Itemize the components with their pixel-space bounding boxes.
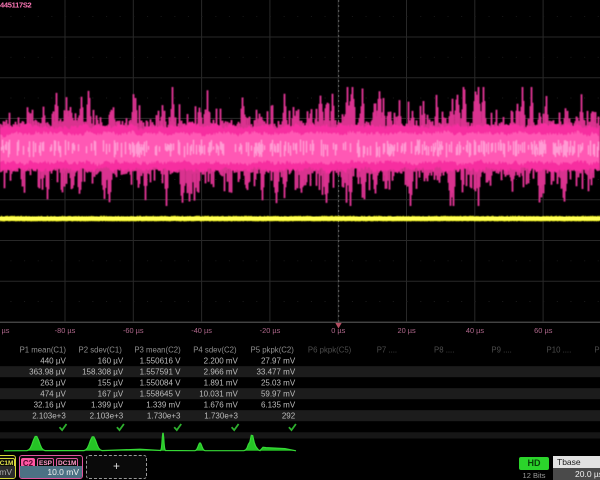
svg-text:1.557591 V: 1.557591 V [140,368,182,377]
svg-text:33.477 mV: 33.477 mV [256,368,295,377]
svg-text:25.03 mV: 25.03 mV [261,379,296,388]
svg-text:P5 pkpk(C2): P5 pkpk(C2) [251,346,295,355]
svg-text:-80 µs: -80 µs [55,326,76,335]
svg-text:445117S2: 445117S2 [0,1,32,10]
svg-text:158.308 µV: 158.308 µV [82,368,124,377]
svg-text:P10 ....: P10 .... [547,346,572,355]
svg-text:160 µV: 160 µV [98,357,124,366]
svg-text:P8 ....: P8 .... [434,346,454,355]
svg-text:P3 mean(C2): P3 mean(C2) [134,346,181,355]
svg-text:27.97 mV: 27.97 mV [261,357,296,366]
svg-text:363.98 µV: 363.98 µV [29,368,66,377]
svg-text:P1 mean(C1): P1 mean(C1) [20,346,67,355]
svg-text:263 µV: 263 µV [40,379,66,388]
svg-text:P: P [594,346,599,355]
svg-text:2.103e+3: 2.103e+3 [90,412,124,421]
svg-text:155 µV: 155 µV [98,379,124,388]
svg-text:59.97 mV: 59.97 mV [261,390,296,399]
svg-text:292: 292 [282,412,296,421]
svg-text:1.676 mV: 1.676 mV [204,401,239,410]
svg-text:1.339 mV: 1.339 mV [146,401,181,410]
svg-text:-40 µs: -40 µs [191,326,212,335]
svg-text:20 µs: 20 µs [397,326,416,335]
svg-text:10.031 mV: 10.031 mV [199,390,238,399]
svg-text:1.399 µV: 1.399 µV [91,401,124,410]
svg-text:1.558645 V: 1.558645 V [140,390,182,399]
svg-text:2.200 mV: 2.200 mV [204,357,239,366]
svg-text:P7 ....: P7 .... [377,346,397,355]
svg-text:440 µV: 440 µV [40,357,66,366]
svg-text:1.891 mV: 1.891 mV [204,379,239,388]
svg-text:2.103e+3: 2.103e+3 [32,412,66,421]
svg-text:P4 sdev(C2): P4 sdev(C2) [193,346,237,355]
svg-text:32.16 µV: 32.16 µV [34,401,67,410]
svg-text:-60 µs: -60 µs [123,326,144,335]
svg-text:1.550084 V: 1.550084 V [140,379,182,388]
svg-text:1.550616 V: 1.550616 V [140,357,182,366]
svg-text:60 µs: 60 µs [534,326,553,335]
svg-text:-100 µs: -100 µs [0,326,10,335]
svg-text:167 µV: 167 µV [98,390,124,399]
svg-text:474 µV: 474 µV [40,390,66,399]
svg-text:40 µs: 40 µs [466,326,485,335]
svg-text:1.730e+3: 1.730e+3 [147,412,181,421]
svg-text:-20 µs: -20 µs [260,326,281,335]
svg-text:P6 pkpk(C5): P6 pkpk(C5) [308,346,352,355]
svg-text:2.966 mV: 2.966 mV [204,368,239,377]
svg-text:6.135 mV: 6.135 mV [261,401,296,410]
svg-text:P2 sdev(C1): P2 sdev(C1) [79,346,123,355]
svg-text:P9 ....: P9 .... [491,346,511,355]
svg-text:1.730e+3: 1.730e+3 [204,412,238,421]
